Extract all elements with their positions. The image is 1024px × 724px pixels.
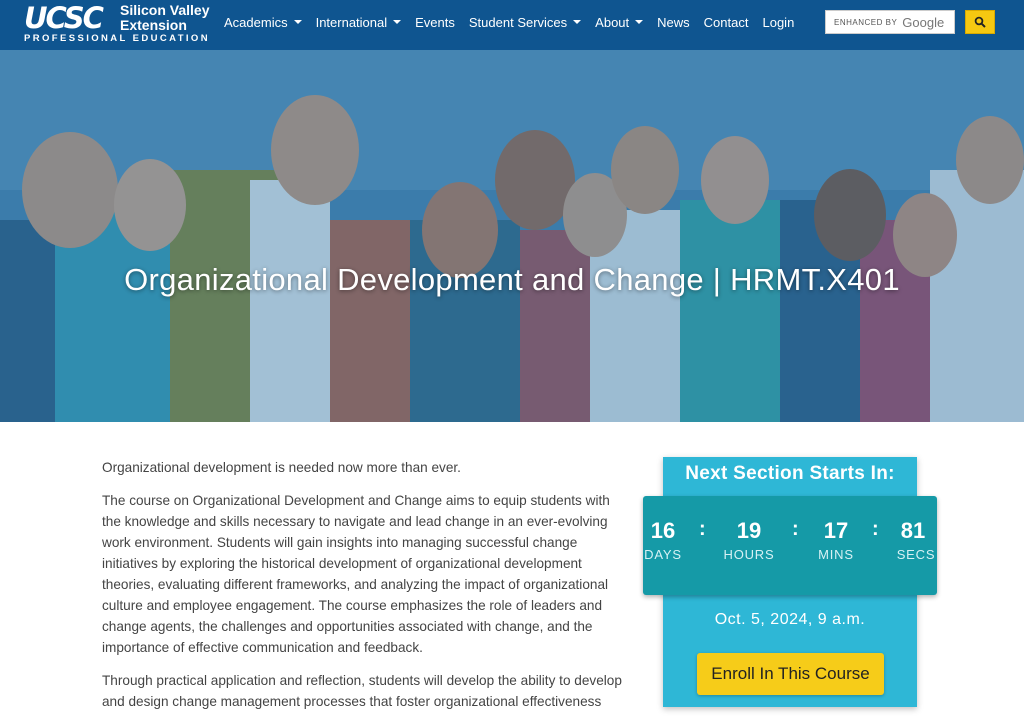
nav-item-news[interactable]: News <box>657 15 690 30</box>
enroll-button[interactable]: Enroll In This Course <box>697 653 884 695</box>
nav-item-label: International <box>315 14 388 30</box>
hero-group-photo <box>0 50 1024 422</box>
countdown-days-value: 16 <box>650 518 676 543</box>
nav-item-label: News <box>657 14 690 30</box>
ucsc-extension-logo[interactable]: UCSC Silicon Valley Extension PROFESSION… <box>24 1 210 44</box>
search-button[interactable] <box>965 10 995 34</box>
nav-item-about[interactable]: About <box>595 14 644 30</box>
countdown-timer: 16 DAYS : 19 HOURS : 17 MINS : 81 SECS <box>643 496 937 595</box>
nav-item-label: Student Services <box>468 14 568 30</box>
chevron-down-icon <box>573 20 582 24</box>
countdown-separator: : <box>872 518 879 540</box>
countdown-mins-label: MINS <box>818 547 854 562</box>
nav-item-label: About <box>595 14 630 30</box>
search-input[interactable]: ENHANCED BY Google <box>825 10 955 34</box>
countdown-secs-value: 81 <box>900 518 926 543</box>
countdown-days-label: DAYS <box>644 547 682 562</box>
nav-item-student-services[interactable]: Student Services <box>468 14 582 30</box>
course-description: Organizational development is needed now… <box>102 457 632 724</box>
nav-item-academics[interactable]: Academics <box>224 15 302 30</box>
main-menu: Academics International Events Student S… <box>224 0 808 44</box>
countdown-hours-value: 19 <box>736 518 762 543</box>
nav-item-login[interactable]: Login <box>762 15 794 30</box>
outcomes-paragraph: Through practical application and reflec… <box>102 673 622 709</box>
nav-item-label: Contact <box>703 14 749 30</box>
countdown-secs-label: SECS <box>896 547 936 562</box>
logo-silicon-valley-text: Silicon Valley <box>120 2 210 18</box>
section-start-date: Oct. 5, 2024, 9 a.m. <box>714 611 866 628</box>
nav-item-international[interactable]: International <box>316 15 402 30</box>
chevron-down-icon <box>393 20 402 24</box>
page-title: Organizational Development and Change | … <box>124 262 900 297</box>
countdown-separator: : <box>792 518 799 540</box>
description-paragraph: The course on Organizational Development… <box>102 493 610 655</box>
countdown-hours-label: HOURS <box>723 547 775 562</box>
search-icon <box>974 16 986 28</box>
chevron-down-icon <box>635 20 644 24</box>
nav-item-label: Events <box>415 14 455 30</box>
google-label: Google <box>902 14 945 30</box>
countdown-mins-value: 17 <box>823 518 849 543</box>
hero-banner: Organizational Development and Change | … <box>0 50 1024 422</box>
enhanced-by-label: ENHANCED BY <box>834 17 898 27</box>
logo-extension-text: Extension <box>120 17 187 33</box>
intro-paragraph: Organizational development is needed now… <box>102 460 461 475</box>
logo-tagline: PROFESSIONAL EDUCATION <box>24 33 210 44</box>
chevron-down-icon <box>293 20 302 24</box>
next-section-title: Next Section Starts In: <box>685 463 895 484</box>
nav-item-contact[interactable]: Contact <box>704 15 749 30</box>
logo-ucsc-text: UCSC <box>24 1 104 35</box>
countdown-separator: : <box>699 518 706 540</box>
top-navigation-bar: UCSC Silicon Valley Extension PROFESSION… <box>0 0 1024 50</box>
nav-item-events[interactable]: Events <box>415 15 455 30</box>
nav-item-label: Login <box>762 14 795 30</box>
nav-item-label: Academics <box>224 14 288 30</box>
